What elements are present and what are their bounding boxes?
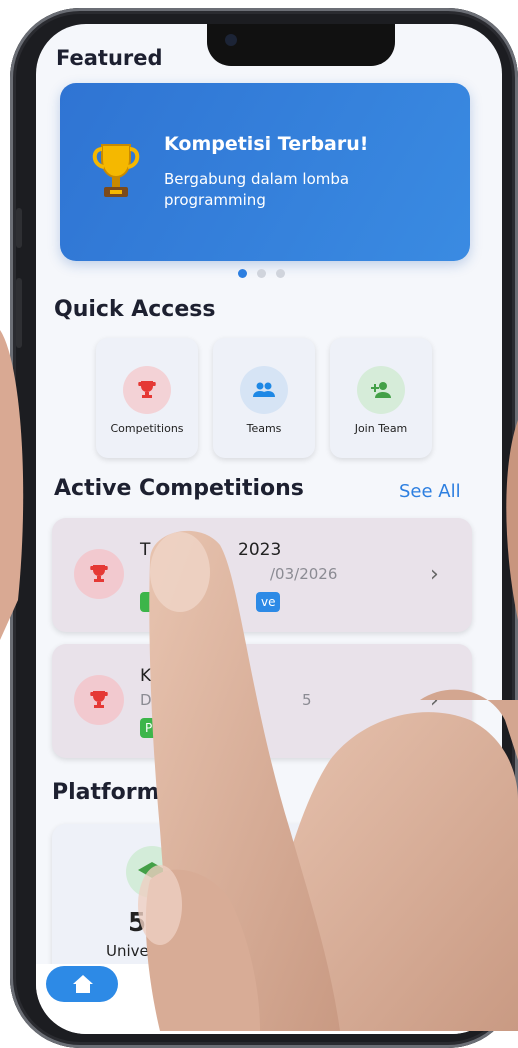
notch bbox=[207, 24, 395, 66]
stat-label: Univers bbox=[106, 942, 163, 960]
competition-title: KM bbox=[140, 666, 166, 686]
carousel-dot[interactable] bbox=[238, 269, 247, 278]
camera bbox=[225, 34, 237, 46]
active-competitions-title: Active Competitions bbox=[54, 476, 304, 501]
competition-title: T bbox=[140, 540, 151, 560]
stat-value: 5 bbox=[128, 908, 147, 938]
trophy-icon bbox=[92, 144, 140, 197]
quick-access-title: Quick Access bbox=[54, 297, 216, 322]
home-icon bbox=[73, 975, 93, 993]
quick-access-competitions[interactable]: Competitions bbox=[96, 338, 198, 458]
competition-deadline: Deac bbox=[140, 691, 179, 709]
trophy-icon bbox=[74, 549, 124, 599]
trophy-icon bbox=[123, 366, 171, 414]
featured-title: Featured bbox=[56, 46, 163, 70]
competition-card[interactable]: T 2023 /03/2026 ve › bbox=[52, 518, 472, 632]
status-badge: Publis bbox=[140, 718, 186, 738]
person-add-icon bbox=[357, 366, 405, 414]
see-all-link[interactable]: See All bbox=[399, 481, 461, 502]
nav-home[interactable] bbox=[46, 966, 118, 1002]
trophy-icon bbox=[74, 675, 124, 725]
quick-access-label: Teams bbox=[246, 422, 282, 435]
banner-title: Kompetisi Terbaru! bbox=[164, 133, 369, 155]
carousel-indicator bbox=[238, 269, 285, 278]
carousel-dot[interactable] bbox=[257, 269, 266, 278]
group-icon bbox=[240, 366, 288, 414]
quick-access-join-team[interactable]: Join Team bbox=[330, 338, 432, 458]
status-badge: ve bbox=[256, 592, 281, 612]
bottom-nav bbox=[36, 964, 502, 1034]
quick-access-teams[interactable]: Teams bbox=[213, 338, 315, 458]
school-icon bbox=[126, 846, 178, 898]
carousel-dot[interactable] bbox=[276, 269, 285, 278]
banner-subtitle: Bergabung dalam lomba programming bbox=[164, 170, 350, 209]
quick-access-label: Competitions bbox=[110, 422, 184, 435]
competition-deadline: 5 bbox=[302, 691, 312, 709]
chevron-right-icon: › bbox=[430, 688, 439, 713]
competition-title: 2023 bbox=[238, 540, 282, 560]
app-screen: Featured Kompetisi Terbaru! Bergabung da… bbox=[36, 24, 502, 1034]
chevron-right-icon: › bbox=[430, 562, 439, 587]
platform-stats-title: Platform Sta bbox=[52, 780, 209, 805]
side-button bbox=[16, 208, 22, 248]
status-badge bbox=[140, 592, 162, 612]
competition-card[interactable]: KM Deac 5 Publis › bbox=[52, 644, 472, 758]
featured-banner[interactable]: Kompetisi Terbaru! Bergabung dalam lomba… bbox=[60, 83, 470, 261]
competition-deadline: /03/2026 bbox=[270, 565, 338, 583]
side-button bbox=[16, 278, 22, 348]
quick-access-label: Join Team bbox=[354, 422, 408, 435]
